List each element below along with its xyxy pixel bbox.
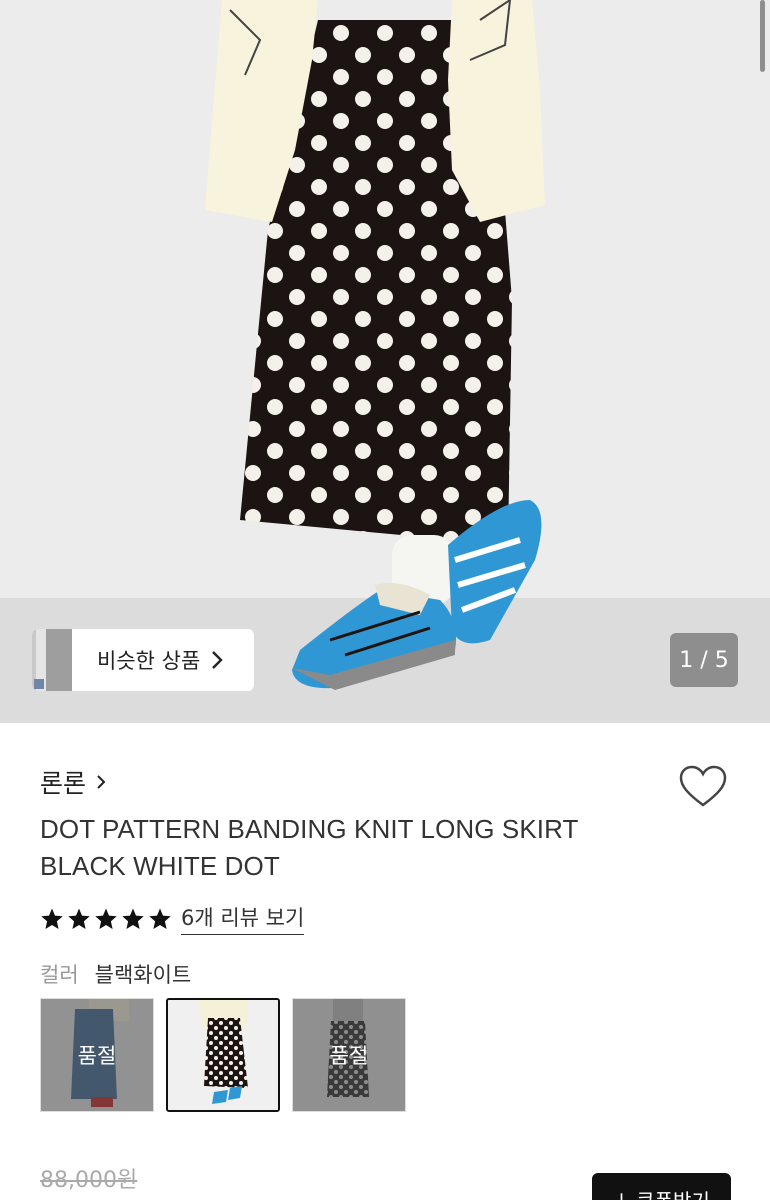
chevron-right-icon	[212, 651, 223, 669]
similar-product-thumbnail	[32, 629, 72, 691]
color-label: 컬러	[40, 963, 79, 987]
color-option-blue[interactable]: 품절	[40, 998, 154, 1112]
star-icon	[41, 908, 63, 929]
color-options: 품절 품절	[40, 998, 418, 1112]
color-option-gray-dot[interactable]: 품절	[292, 998, 406, 1112]
brand-name: 론론	[40, 769, 87, 798]
color-row: 컬러 블랙화이트	[40, 959, 191, 989]
similar-products-label: 비슷한 상품	[97, 649, 201, 673]
star-rating	[40, 907, 175, 931]
scrollbar[interactable]	[760, 0, 765, 72]
review-link[interactable]: 6개 리뷰 보기	[181, 902, 305, 935]
heart-icon[interactable]	[678, 765, 728, 809]
product-photo	[0, 0, 770, 723]
star-icon	[95, 908, 117, 929]
star-icon	[122, 908, 144, 929]
brand-link[interactable]: 론론	[40, 764, 106, 800]
product-title-line-2: BLACK WHITE DOT	[40, 851, 280, 881]
original-price: 88,000원	[40, 1168, 138, 1193]
product-title-line-1: DOT PATTERN BANDING KNIT LONG SKIRT	[40, 814, 579, 844]
product-title: DOT PATTERN BANDING KNIT LONG SKIRT BLAC…	[40, 811, 660, 885]
color-value: 블랙화이트	[94, 963, 192, 987]
star-icon	[68, 908, 90, 929]
star-icon	[149, 908, 171, 929]
similar-products-button[interactable]: 비슷한 상품	[32, 629, 254, 691]
color-option-black-white[interactable]	[166, 998, 280, 1112]
chevron-right-icon	[97, 775, 106, 789]
rating-row: 6개 리뷰 보기	[40, 902, 305, 935]
sold-out-label: 품절	[41, 999, 153, 1111]
sold-out-label: 품절	[293, 999, 405, 1111]
coupon-download-button[interactable]: ↓ 쿠폰받기	[592, 1173, 731, 1200]
image-counter: 1 / 5	[670, 633, 738, 687]
swatch-image	[168, 1000, 278, 1110]
product-image-carousel[interactable]: 비슷한 상품 1 / 5	[0, 0, 770, 723]
